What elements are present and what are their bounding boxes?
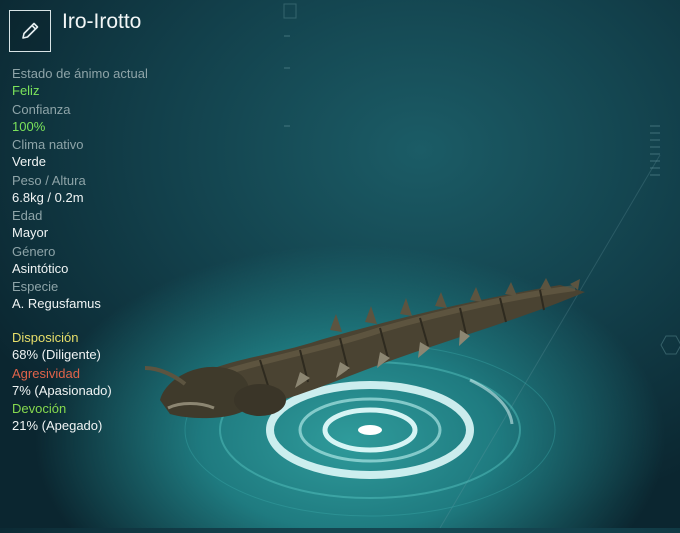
trait-label: Devoción [12,401,67,416]
stat-value: Verde [12,154,46,169]
stat-gender: Género Asintótico [12,244,232,280]
stat-label: Estado de ánimo actual [12,66,148,81]
trait-label: Agresividad [12,365,80,381]
stat-trust: Confianza 100% [12,102,232,138]
stat-label: Edad [12,208,43,223]
stat-weight-height: Peso / Altura 6.8kg / 0.2m [12,173,232,209]
trait-disposition: Disposición 68% (Diligente) [12,330,232,366]
trait-value: 68% (Diligente) [12,347,101,362]
stat-mood: Estado de ánimo actual Feliz [12,66,232,102]
stat-label: Clima nativo [12,137,84,152]
stat-label: Peso / Altura [12,172,86,188]
stat-climate: Clima nativo Verde [12,137,232,173]
stat-value: Mayor [12,225,49,240]
trait-value: 7% (Apasionado) [12,382,112,398]
stat-value: 100% [12,118,46,134]
rename-button[interactable] [9,10,51,52]
trait-label: Disposición [12,330,79,345]
pencil-icon [22,22,39,39]
stat-species: Especie A. Regusfamus [12,279,232,315]
trait-devotion: Devoción 21% (Apegado) [12,401,232,437]
traits-list: Disposición 68% (Diligente) Agresividad … [12,330,232,437]
trait-value: 21% (Apegado) [12,418,103,433]
stat-value: A. Regusfamus [12,296,101,311]
stat-value: 6.8kg / 0.2m [12,189,84,205]
stat-age: Edad Mayor [12,208,232,244]
creature-info-panel: Iro-Irotto Estado de ánimo actual Feliz … [0,0,240,528]
stat-label: Género [12,243,56,259]
stat-label: Especie [12,279,59,294]
trait-aggression: Agresividad 7% (Apasionado) [12,366,232,402]
stat-value: Feliz [12,83,40,98]
hud-marks [283,3,680,529]
stats-list: Estado de ánimo actual Feliz Confianza 1… [12,66,232,315]
stat-label: Confianza [12,101,71,117]
stat-value: Asintótico [12,260,69,276]
creature-name: Iro-Irotto [62,10,142,33]
